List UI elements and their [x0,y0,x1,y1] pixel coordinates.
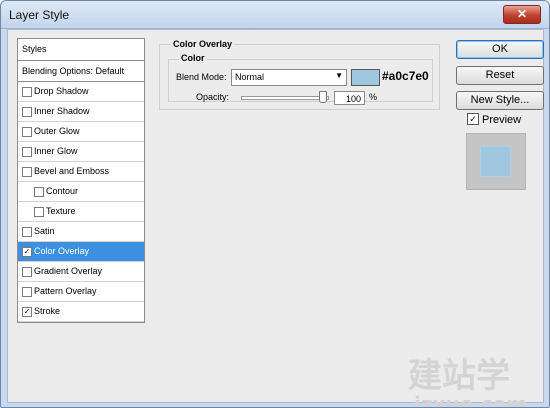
styles-header[interactable]: Styles [18,39,144,61]
styles-panel: Styles Blending Options: Default Drop Sh… [17,38,145,323]
style-checkbox[interactable]: ✓ [22,307,32,317]
style-checkbox[interactable] [22,87,32,97]
style-item-bevel-and-emboss[interactable]: Bevel and Emboss [18,162,144,182]
style-item-label: Contour [46,186,79,196]
opacity-unit: % [369,92,378,102]
preview-color-square [480,146,511,177]
style-item-label: Satin [34,226,55,236]
style-item-gradient-overlay[interactable]: Gradient Overlay [18,262,144,282]
style-checkbox[interactable] [22,167,32,177]
color-hex-label: #a0c7e0 [382,69,429,83]
color-group-title: Color [179,53,207,63]
style-item-label: Inner Shadow [34,106,90,116]
preview-thumbnail [466,133,526,190]
preview-checkbox[interactable]: ✓ [467,113,479,125]
watermark: 建站学 jzxue.com [408,348,548,408]
watermark-url: jzxue.com [414,392,528,408]
style-item-inner-glow[interactable]: Inner Glow [18,142,144,162]
style-item-drop-shadow[interactable]: Drop Shadow [18,82,144,102]
blend-mode-select[interactable]: Normal ▼ [231,69,347,86]
style-checkbox[interactable] [22,127,32,137]
chevron-down-icon: ▼ [335,71,343,80]
window-title: Layer Style [9,8,70,22]
opacity-label: Opacity: [196,92,230,102]
opacity-slider-thumb[interactable] [319,91,327,103]
blend-mode-label: Blend Mode: [176,72,227,82]
opacity-slider-track[interactable] [241,96,329,100]
blend-mode-value: Normal [235,72,265,82]
style-item-inner-shadow[interactable]: Inner Shadow [18,102,144,122]
opacity-input[interactable]: 100 [334,91,365,105]
style-checkbox[interactable] [34,187,44,197]
style-item-contour[interactable]: Contour [18,182,144,202]
layer-style-window: Layer Style ✕ Styles Blending Options: D… [0,0,550,408]
style-checkbox[interactable] [22,227,32,237]
reset-button[interactable]: Reset [456,66,544,85]
preview-label: Preview [482,114,522,126]
style-item-label: Bevel and Emboss [34,166,110,176]
title-bar[interactable]: Layer Style ✕ [1,1,549,29]
style-checkbox[interactable]: ✓ [22,247,32,257]
style-checkbox[interactable] [22,267,32,277]
new-style-button[interactable]: New Style... [456,91,544,110]
style-item-label: Pattern Overlay [34,286,97,296]
color-swatch[interactable] [351,69,380,86]
style-checkbox[interactable] [22,287,32,297]
style-item-label: Stroke [34,306,61,316]
style-item-pattern-overlay[interactable]: Pattern Overlay [18,282,144,302]
style-checkbox[interactable] [22,107,32,117]
ok-button[interactable]: OK [456,40,544,59]
style-item-label: Inner Glow [34,146,78,156]
blending-options-item[interactable]: Blending Options: Default [18,61,144,82]
style-item-outer-glow[interactable]: Outer Glow [18,122,144,142]
close-button[interactable]: ✕ [503,5,541,24]
style-checkbox[interactable] [34,207,44,217]
style-item-label: Drop Shadow [34,86,89,96]
style-item-texture[interactable]: Texture [18,202,144,222]
dialog-body: Styles Blending Options: Default Drop Sh… [7,29,544,407]
style-item-label: Outer Glow [34,126,80,136]
style-list: Drop Shadow Inner Shadow Outer Glow Inner G… [18,82,144,322]
style-item-stroke[interactable]: ✓ Stroke [18,302,144,322]
style-item-satin[interactable]: Satin [18,222,144,242]
style-item-label: Color Overlay [34,246,90,256]
watermark-logo: 建站学 [408,356,510,396]
style-item-color-overlay[interactable]: ✓ Color Overlay [18,242,144,262]
style-item-label: Gradient Overlay [34,266,103,276]
style-checkbox[interactable] [22,147,32,157]
style-item-label: Texture [46,206,76,216]
color-overlay-title: Color Overlay [171,39,235,49]
